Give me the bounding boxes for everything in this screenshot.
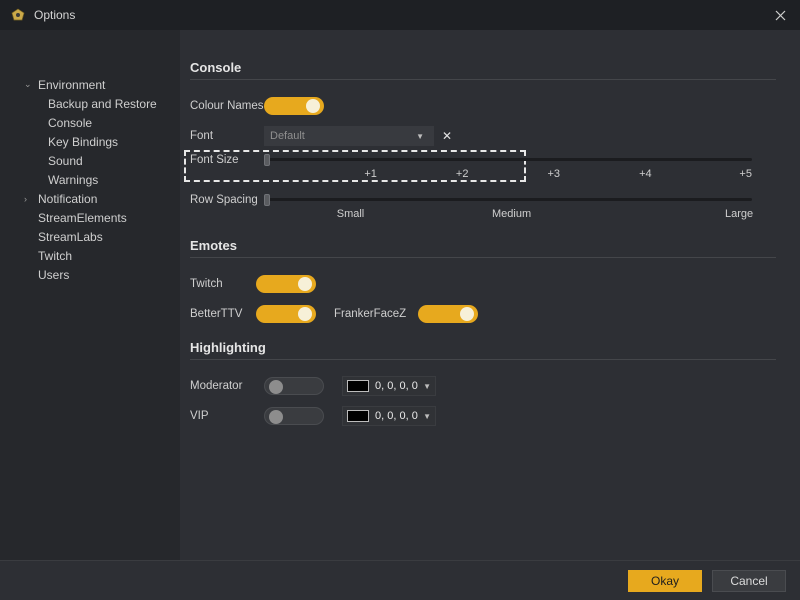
ffz-toggle[interactable] [418, 305, 478, 323]
font-size-ticks: +1 +2 +3 +4 +5 [264, 168, 752, 180]
main-panel: Console Colour Names Font Default ▼ ✕ Fo… [180, 30, 800, 560]
betterttv-label: BetterTTV [190, 308, 256, 320]
sidebar-item-label: Twitch [38, 249, 72, 263]
footer: Okay Cancel [0, 560, 800, 600]
chevron-down-icon: ⌄ [24, 79, 38, 90]
font-value: Default [270, 130, 416, 142]
twitch-label: Twitch [190, 278, 256, 290]
sidebar-item-streamelements[interactable]: StreamElements [0, 208, 180, 227]
section-title-console: Console [190, 60, 776, 75]
sidebar-item-backup-restore[interactable]: Backup and Restore [0, 94, 180, 113]
sidebar-item-label: Key Bindings [48, 135, 118, 149]
section-title-highlighting: Highlighting [190, 340, 776, 355]
okay-button[interactable]: Okay [628, 570, 702, 592]
row-font-size: Font Size +1 +2 +3 +4 +5 [190, 152, 776, 186]
sidebar-item-label: Sound [48, 154, 83, 168]
sidebar-item-label: StreamLabs [38, 230, 103, 244]
vip-color-value: 0, 0, 0, 0 [375, 410, 418, 422]
sidebar-item-notification[interactable]: › Notification [0, 189, 180, 208]
row-spacing-label: Row Spacing [190, 192, 264, 206]
vip-color-picker[interactable]: 0, 0, 0, 0 ▼ [342, 406, 436, 426]
vip-toggle[interactable] [264, 407, 324, 425]
row-moderator: Moderator 0, 0, 0, 0 ▼ [190, 372, 776, 400]
sidebar-item-users[interactable]: Users [0, 265, 180, 284]
app-icon [10, 7, 26, 23]
section-title-emotes: Emotes [190, 238, 776, 253]
sidebar: ⌄ Environment Backup and Restore Console… [0, 30, 180, 560]
row-colour-names: Colour Names [190, 92, 776, 120]
row-twitch-emotes: Twitch [190, 270, 776, 298]
row-betterttv-ffz: BetterTTV FrankerFaceZ [190, 300, 776, 328]
sidebar-item-key-bindings[interactable]: Key Bindings [0, 132, 180, 151]
moderator-color-picker[interactable]: 0, 0, 0, 0 ▼ [342, 376, 436, 396]
moderator-label: Moderator [190, 380, 264, 392]
font-dropdown[interactable]: Default ▼ [264, 126, 434, 146]
caret-down-icon: ▼ [416, 132, 424, 141]
window-title: Options [34, 8, 760, 22]
titlebar: Options [0, 0, 800, 30]
row-spacing-slider[interactable]: Small Medium Large [264, 192, 776, 226]
sidebar-item-warnings[interactable]: Warnings [0, 170, 180, 189]
caret-down-icon: ▼ [423, 412, 431, 421]
divider [190, 79, 776, 80]
sidebar-item-label: Backup and Restore [48, 97, 157, 111]
color-swatch [347, 380, 369, 392]
vip-label: VIP [190, 410, 264, 422]
divider [190, 359, 776, 360]
font-size-slider[interactable]: +1 +2 +3 +4 +5 [264, 152, 776, 186]
sidebar-item-label: StreamElements [38, 211, 127, 225]
row-spacing-ticks: Small Medium Large [264, 208, 752, 220]
sidebar-item-label: Environment [38, 78, 105, 92]
close-button[interactable] [760, 0, 800, 30]
sidebar-item-label: Warnings [48, 173, 98, 187]
ffz-label: FrankerFaceZ [334, 308, 406, 320]
sidebar-item-streamlabs[interactable]: StreamLabs [0, 227, 180, 246]
color-swatch [347, 410, 369, 422]
colour-names-toggle[interactable] [264, 97, 324, 115]
sidebar-item-environment[interactable]: ⌄ Environment [0, 75, 180, 94]
sidebar-item-label: Users [38, 268, 69, 282]
row-vip: VIP 0, 0, 0, 0 ▼ [190, 402, 776, 430]
twitch-toggle[interactable] [256, 275, 316, 293]
cancel-button[interactable]: Cancel [712, 570, 786, 592]
sidebar-item-sound[interactable]: Sound [0, 151, 180, 170]
caret-down-icon: ▼ [423, 382, 431, 391]
font-clear-button[interactable]: ✕ [438, 126, 456, 146]
sidebar-item-console[interactable]: Console [0, 113, 180, 132]
sidebar-item-label: Notification [38, 192, 97, 206]
moderator-color-value: 0, 0, 0, 0 [375, 380, 418, 392]
row-font: Font Default ▼ ✕ [190, 122, 776, 150]
sidebar-item-label: Console [48, 116, 92, 130]
font-size-label: Font Size [190, 152, 264, 166]
divider [190, 257, 776, 258]
colour-names-label: Colour Names [190, 100, 264, 112]
sidebar-item-twitch[interactable]: Twitch [0, 246, 180, 265]
moderator-toggle[interactable] [264, 377, 324, 395]
betterttv-toggle[interactable] [256, 305, 316, 323]
chevron-right-icon: › [24, 194, 38, 204]
font-label: Font [190, 130, 264, 142]
row-row-spacing: Row Spacing Small Medium Large [190, 192, 776, 226]
